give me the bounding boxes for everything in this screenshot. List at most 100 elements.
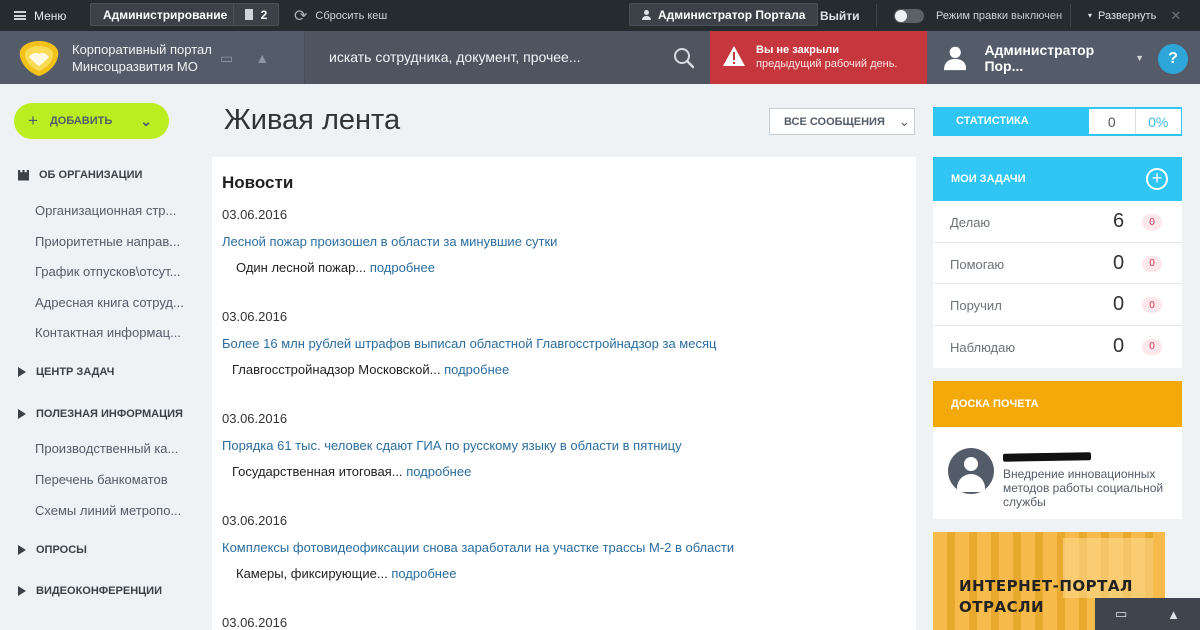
statistics-value: 0	[1107, 113, 1116, 130]
reset-cache-label: Сбросить кеш	[315, 9, 388, 22]
sidebar-item[interactable]: Контактная информац...	[35, 325, 181, 340]
chevron-down-icon: ⌄	[898, 113, 910, 129]
alert-title: Вы не закрыли	[756, 44, 840, 56]
bottom-corner-bar: ▭ ▲	[1095, 598, 1200, 630]
expand-label: Развернуть	[1098, 9, 1157, 22]
messages-filter-dropdown[interactable]: ВСЕ СООБЩЕНИЯ ⌄	[769, 108, 915, 135]
user-avatar-icon	[944, 46, 967, 70]
admin-bar: Меню Администрирование 2 ⟳ Сбросить кеш …	[0, 0, 1200, 31]
statistics-values: 0 0%	[1089, 109, 1181, 134]
administration-button[interactable]: Администрирование	[90, 3, 241, 26]
sidebar-section-label: ВИДЕОКОНФЕРЕНЦИИ	[36, 585, 162, 597]
news-item: 03.06.2016	[222, 615, 287, 630]
news-date: 03.06.2016	[222, 411, 288, 426]
avatar[interactable]	[948, 448, 994, 494]
sidebar-section-polls[interactable]: ОПРОСЫ	[18, 544, 87, 556]
edit-mode-label: Режим правки выключен	[936, 9, 1063, 22]
task-row-helping[interactable]: Помогаю 0 0	[933, 243, 1182, 284]
menu-button[interactable]: Меню	[14, 0, 66, 31]
plus-icon: +	[28, 111, 38, 130]
sidebar-section-tasks[interactable]: ЦЕНТР ЗАДАЧ	[18, 366, 114, 378]
read-more-link[interactable]: подробнее	[444, 362, 509, 377]
portal-name-line1: Корпоративный портал	[72, 42, 212, 57]
sidebar-item[interactable]: Адресная книга сотруд...	[35, 295, 184, 310]
alert-text: предыдущий рабочий день.	[756, 58, 898, 70]
task-row-name: Наблюдаю	[950, 339, 1016, 355]
warning-icon	[723, 46, 745, 66]
sidebar-item[interactable]: График отпусков\отсут...	[35, 264, 181, 279]
chevron-down-icon: ⌄	[140, 112, 152, 129]
chevron-down-icon: ▼	[1135, 52, 1144, 63]
admin-user-button[interactable]: Администратор Портала	[629, 3, 819, 26]
news-title-link[interactable]: Лесной пожар произошел в области за мину…	[222, 234, 557, 249]
news-title-link[interactable]: Комплексы фотовидеофиксации снова зарабо…	[222, 540, 734, 555]
chevron-down-icon: ▾	[1088, 11, 1093, 20]
read-more-link[interactable]: подробнее	[391, 566, 456, 581]
logout-link[interactable]: Выйти	[820, 0, 860, 31]
search-icon[interactable]	[673, 47, 695, 69]
read-more-link[interactable]: подробнее	[406, 464, 471, 479]
news-date: 03.06.2016	[222, 615, 288, 630]
edit-mode-toggle[interactable]: Режим правки выключен	[894, 0, 1062, 31]
task-row-assigned[interactable]: Поручил 0 0	[933, 284, 1182, 326]
expand-button[interactable]: ▾ Развернуть ✕	[1088, 0, 1181, 31]
bell-icon[interactable]: ▲	[255, 50, 269, 67]
flag-count: 2	[260, 7, 268, 22]
bell-icon[interactable]: ▲	[1167, 607, 1180, 622]
honor-board-header: ДОСКА ПОЧЕТА	[933, 381, 1182, 427]
task-row-count: 0	[1113, 293, 1125, 315]
sidebar-item[interactable]: Схемы линий метропо...	[35, 503, 181, 518]
user-menu[interactable]: Администратор Пор... ▼	[944, 31, 1144, 84]
triangle-right-icon	[18, 409, 26, 419]
news-feed: Новости 03.06.2016 Лесной пожар произоше…	[212, 157, 916, 630]
castle-icon	[18, 169, 29, 181]
task-row-name: Делаю	[950, 215, 991, 230]
task-row-name: Помогаю	[950, 256, 1005, 272]
news-title-link[interactable]: Более 16 млн рублей штрафов выписал обла…	[222, 336, 716, 351]
sidebar-item[interactable]: Приоритетные направ...	[35, 234, 180, 249]
sidebar-section-label: ОБ ОРГАНИЗАЦИИ	[39, 169, 143, 181]
my-tasks-widget: МОИ ЗАДАЧИ + Делаю 6 0 Помогаю 0 0 Поруч…	[933, 157, 1182, 368]
portal-name[interactable]: Корпоративный портал Минсоцразвития МО	[72, 41, 212, 75]
sidebar-item[interactable]: Перечень банкоматов	[35, 472, 168, 487]
task-row-badge: 0	[1142, 214, 1162, 230]
sidebar-section-organization[interactable]: ОБ ОРГАНИЗАЦИИ	[18, 169, 142, 181]
statistics-widget[interactable]: СТАТИСТИКА 0 0%	[933, 107, 1182, 136]
add-button[interactable]: + ДОБАВИТЬ ⌄	[14, 103, 169, 139]
honor-board-title[interactable]: ДОСКА ПОЧЕТА	[951, 398, 1039, 410]
add-task-icon[interactable]: +	[1146, 168, 1168, 190]
chat-icon[interactable]: ▭	[1115, 606, 1127, 622]
pin-icon[interactable]: ✕	[1170, 8, 1181, 24]
task-row-doing[interactable]: Делаю 6 0	[933, 201, 1182, 243]
notifications-flag-button[interactable]: 2	[233, 3, 279, 26]
task-row-name: Поручил	[950, 298, 1002, 313]
triangle-right-icon	[18, 586, 26, 596]
chat-icon[interactable]: ▭	[220, 50, 233, 67]
statistics-label: СТАТИСТИКА	[956, 115, 1029, 127]
sidebar-section-videoconf[interactable]: ВИДЕОКОНФЕРЕНЦИИ	[18, 585, 162, 597]
sidebar-section-useful-info[interactable]: ПОЛЕЗНАЯ ИНФОРМАЦИЯ	[18, 408, 183, 420]
help-button[interactable]: ?	[1158, 44, 1188, 74]
news-heading: Новости	[222, 173, 294, 192]
sidebar-item[interactable]: Производственный ка...	[35, 441, 178, 456]
divider	[1070, 4, 1071, 27]
task-row-watching[interactable]: Наблюдаю 0 0	[933, 326, 1182, 368]
read-more-link[interactable]: подробнее	[370, 260, 435, 275]
sidebar-item[interactable]: Организационная стр...	[35, 203, 176, 218]
news-date: 03.06.2016	[222, 207, 288, 222]
news-excerpt: Государственная итоговая... подробнее	[232, 464, 472, 479]
portal-logo[interactable]	[18, 39, 60, 77]
my-tasks-title[interactable]: МОИ ЗАДАЧИ	[951, 173, 1026, 185]
redacted-name	[1002, 452, 1092, 462]
task-row-badge: 0	[1142, 297, 1162, 313]
search-input[interactable]	[329, 46, 659, 68]
reset-cache-button[interactable]: ⟳ Сбросить кеш	[294, 0, 387, 31]
workday-alert[interactable]: Вы не закрыли предыдущий рабочий день.	[710, 31, 927, 84]
my-tasks-header: МОИ ЗАДАЧИ +	[933, 157, 1182, 201]
news-title-link[interactable]: Порядка 61 тыс. человек сдают ГИА по рус…	[222, 438, 682, 453]
search-bar	[304, 31, 710, 84]
task-row-count: 0	[1113, 251, 1125, 274]
menu-label: Меню	[34, 8, 67, 23]
task-row-badge: 0	[1142, 338, 1162, 355]
triangle-right-icon	[18, 367, 26, 377]
